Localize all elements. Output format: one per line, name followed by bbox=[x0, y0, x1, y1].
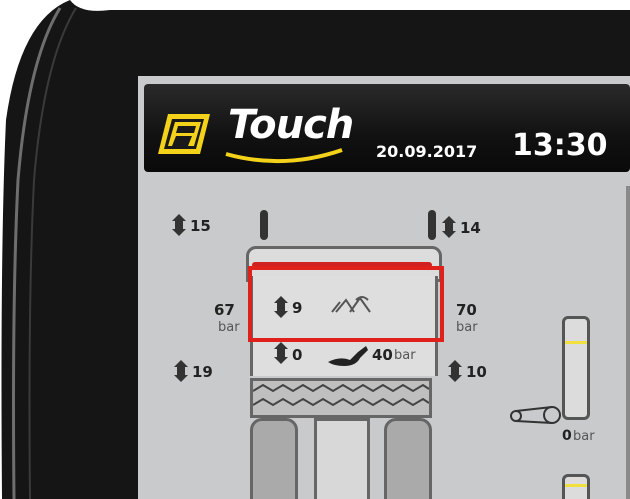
updown-arrow-icon bbox=[448, 360, 462, 382]
wheel-bottom-left-value: 19 bbox=[192, 363, 213, 381]
updown-arrow-icon bbox=[274, 342, 288, 364]
logo-swoosh bbox=[225, 148, 343, 164]
screen-edge bbox=[626, 186, 630, 499]
gauge-marker bbox=[565, 341, 587, 344]
level-gauge bbox=[562, 316, 590, 420]
wheel-top-right-value: 14 bbox=[460, 219, 481, 237]
belt-pulley-icon bbox=[510, 406, 561, 424]
lower-value: 0 bbox=[292, 346, 303, 364]
roller-section bbox=[250, 378, 432, 418]
wheel-top-left-value: 15 bbox=[190, 217, 211, 235]
load-value: 40 bbox=[372, 346, 393, 364]
center-body bbox=[314, 418, 370, 499]
display-screen: Touch 20.09.2017 13:30 15 14 9 67 bar 70… bbox=[138, 76, 630, 499]
updown-arrow-icon bbox=[174, 360, 188, 382]
right-track bbox=[384, 418, 432, 499]
second-gauge-marker bbox=[565, 484, 587, 487]
pressure-left-unit: bar bbox=[218, 320, 240, 335]
brand-logo-text: Touch bbox=[228, 102, 354, 148]
wheel-icon bbox=[260, 210, 268, 240]
pressure-right-value: 70 bbox=[456, 301, 477, 319]
gauge-unit: bar bbox=[573, 429, 595, 444]
selected-region-highlight bbox=[248, 266, 444, 342]
gauge-value: 0 bbox=[562, 428, 572, 444]
pressure-right-unit: bar bbox=[456, 320, 478, 335]
load-unit: bar bbox=[394, 348, 416, 363]
pressure-left-value: 67 bbox=[214, 301, 235, 319]
wheel-bottom-right-value: 10 bbox=[466, 363, 487, 381]
left-track bbox=[250, 418, 298, 499]
updown-arrow-icon bbox=[442, 216, 456, 238]
seat-icon bbox=[328, 346, 368, 366]
updown-arrow-icon bbox=[172, 214, 186, 236]
wheel-icon bbox=[428, 210, 436, 240]
r-logo-icon bbox=[158, 114, 210, 154]
date-display: 20.09.2017 bbox=[376, 142, 478, 161]
header-bar: Touch 20.09.2017 13:30 bbox=[144, 84, 630, 172]
time-display: 13:30 bbox=[512, 128, 608, 163]
